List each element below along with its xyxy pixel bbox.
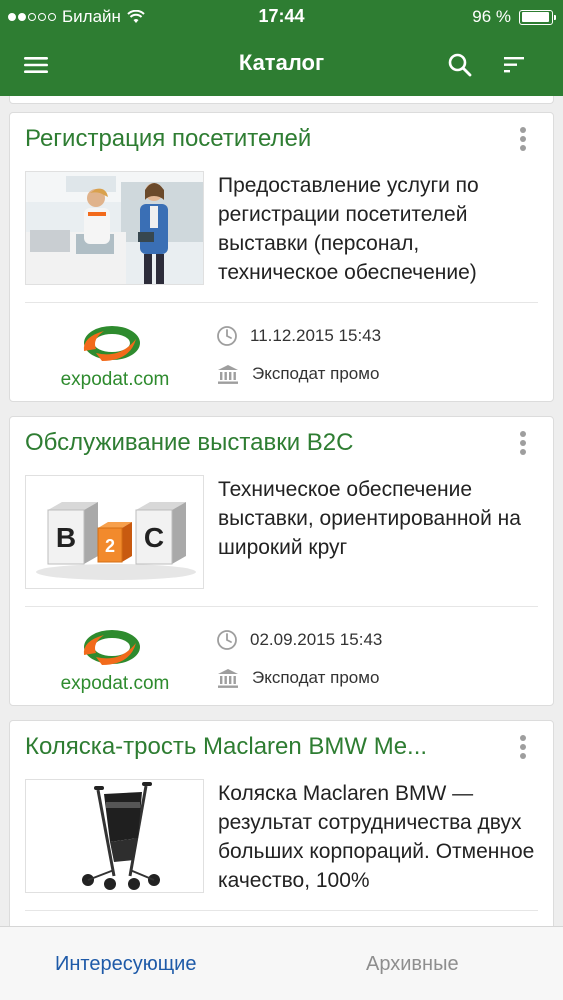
card-description: Коляска Maclaren BMW — результат сотрудн… (218, 782, 535, 892)
expodat-logo: expodat.com (50, 625, 180, 695)
institution-icon (218, 669, 238, 688)
card-image[interactable]: B 2 C (25, 475, 204, 589)
expodat-logo: expodat.com (50, 321, 180, 391)
tab-interesting[interactable]: Интересующие (55, 953, 196, 976)
catalog-card[interactable]: Коляска-трость Maclaren BMW Me... Коляск… (9, 720, 554, 926)
sort-icon (504, 57, 524, 73)
card-title[interactable]: Обслуживание выставки B2C (25, 429, 495, 457)
catalog-list[interactable]: Регистрация посетителей Предоставление у… (0, 96, 563, 926)
card-image[interactable] (25, 171, 204, 285)
cube-letter-2: 2 (105, 536, 115, 556)
cube-letter-c: C (144, 522, 164, 553)
card-title[interactable]: Коляска-трость Maclaren BMW Me... (25, 733, 495, 761)
battery-percent: 96 % (472, 7, 511, 26)
card-date: 02.09.2015 15:43 (216, 629, 382, 651)
card-description: Техническое обеспечение выставки, ориент… (218, 478, 521, 559)
card-date: 11.12.2015 15:43 (216, 325, 381, 347)
logo-text: expodat.com (61, 673, 170, 694)
clock-icon (217, 326, 237, 346)
tab-archived[interactable]: Архивные (366, 953, 459, 976)
logo-text: expodat.com (61, 369, 170, 390)
institution-icon (218, 365, 238, 384)
divider (25, 606, 538, 607)
battery-icon (519, 9, 556, 25)
clock-icon (217, 630, 237, 650)
card-title[interactable]: Регистрация посетителей (25, 125, 495, 153)
card-image[interactable] (25, 779, 204, 893)
app-bar: Каталог (0, 34, 563, 96)
registration-desk-photo (26, 172, 203, 284)
more-options-icon[interactable] (513, 125, 533, 153)
more-options-icon[interactable] (513, 733, 533, 761)
cube-letter-b: B (56, 522, 76, 553)
catalog-card[interactable]: Обслуживание выставки B2C B 2 C Техничес… (9, 416, 554, 706)
bottom-tab-bar: Интересующие Архивные (0, 926, 563, 1000)
stroller-photo (26, 780, 203, 892)
search-icon (448, 53, 472, 77)
divider (25, 910, 538, 911)
card-description: Предоставление услуги по регистрации пос… (218, 174, 479, 284)
status-bar: Билайн 17:44 96 % (0, 0, 563, 34)
organizer-text: Эксподат промо (252, 668, 380, 687)
card-organizer: Эксподат промо (216, 363, 379, 385)
b2c-cubes-image: B 2 C (26, 476, 203, 588)
sort-button[interactable] (496, 47, 532, 83)
divider (25, 302, 538, 303)
page-title: Каталог (238, 50, 325, 75)
search-button[interactable] (442, 47, 478, 83)
more-options-icon[interactable] (513, 429, 533, 457)
catalog-card[interactable]: Регистрация посетителей Предоставление у… (9, 112, 554, 402)
date-text: 11.12.2015 15:43 (250, 326, 382, 345)
previous-card-edge (9, 96, 554, 104)
card-organizer: Эксподат промо (216, 667, 379, 689)
organizer-text: Эксподат промо (252, 364, 380, 383)
date-text: 02.09.2015 15:43 (250, 630, 383, 649)
